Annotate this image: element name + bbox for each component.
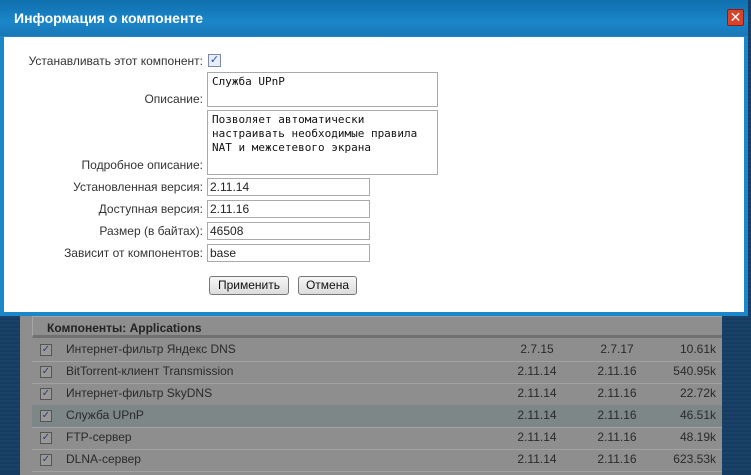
depends-field[interactable]: base: [207, 244, 370, 262]
component-size: 46.51k: [679, 408, 716, 422]
component-name: FTP-сервер: [66, 430, 132, 444]
component-size: 623.53k: [673, 452, 716, 466]
row-checkbox[interactable]: ✓: [40, 344, 52, 356]
description-textarea[interactable]: Служба UPnP: [207, 72, 438, 107]
component-info-dialog: Информация о компоненте ✕ Устанавливать …: [0, 0, 748, 316]
apply-button[interactable]: Применить: [209, 276, 289, 295]
installed-version-label: Установленная версия:: [73, 180, 203, 194]
component-size: 48.19k: [679, 430, 716, 444]
component-name: Служба UPnP: [66, 408, 144, 422]
components-header: Компоненты: Applications: [32, 316, 722, 338]
detailed-description-label: Подробное описание:: [81, 158, 203, 172]
row-checkbox[interactable]: ✓: [40, 366, 52, 378]
installed-version: 2.7.15: [520, 342, 554, 356]
component-name: Интернет-фильтр Яндекс DNS: [66, 342, 236, 356]
available-version: 2.11.16: [597, 386, 637, 400]
available-version: 2.11.16: [597, 430, 637, 444]
component-size: 22.72k: [679, 386, 716, 400]
row-checkbox[interactable]: ✓: [40, 410, 52, 422]
component-name: Интернет-фильтр SkyDNS: [66, 386, 213, 400]
installed-version-field[interactable]: 2.11.14: [207, 178, 370, 196]
available-version-label: Доступная версия:: [98, 202, 203, 216]
description-label: Описание:: [144, 92, 203, 106]
component-size: 540.95k: [673, 364, 716, 378]
size-field[interactable]: 46508: [207, 222, 370, 240]
install-checkbox[interactable]: ✓: [208, 54, 221, 67]
available-version: 2.11.16: [597, 408, 637, 422]
row-checkbox[interactable]: ✓: [40, 388, 52, 400]
table-row[interactable]: ✓ FTP-сервер 2.11.14 2.11.16 48.19k: [32, 427, 722, 450]
installed-version: 2.11.14: [517, 408, 557, 422]
table-row[interactable]: ✓ Интернет-фильтр Яндекс DNS 2.7.15 2.7.17 1…: [32, 339, 722, 362]
component-name: DLNA-сервер: [66, 452, 141, 466]
installed-version: 2.11.14: [517, 386, 557, 400]
available-version: 2.11.16: [597, 364, 637, 378]
table-row[interactable]: ✓ DLNA-сервер 2.11.14 2.11.16 623.53k: [32, 449, 722, 472]
size-label: Размер (в байтах):: [99, 224, 203, 238]
table-row[interactable]: ✓ Интернет-фильтр SkyDNS 2.11.14 2.11.16 22.…: [32, 383, 722, 406]
installed-version: 2.11.14: [517, 430, 557, 444]
component-size: 10.61k: [679, 342, 716, 356]
detailed-description-textarea[interactable]: Позволяет автоматически настраивать необ…: [207, 110, 438, 175]
row-checkbox[interactable]: ✓: [40, 454, 52, 466]
dialog-title: Информация о компоненте: [14, 10, 204, 26]
component-name: BitTorrent-клиент Transmission: [66, 364, 234, 378]
available-version-field[interactable]: 2.11.16: [207, 200, 370, 218]
table-row[interactable]: ✓ BitTorrent-клиент Transmission 2.11.14 2.…: [32, 361, 722, 384]
close-icon[interactable]: ✕: [727, 9, 744, 26]
row-checkbox[interactable]: ✓: [40, 432, 52, 444]
depends-label: Зависит от компонентов:: [64, 246, 203, 260]
installed-version: 2.11.14: [517, 364, 557, 378]
available-version: 2.11.16: [597, 452, 637, 466]
table-row[interactable]: ✓ Служба UPnP 2.11.14 2.11.16 46.51k: [32, 405, 722, 428]
installed-version: 2.11.14: [517, 452, 557, 466]
cancel-button[interactable]: Отмена: [298, 276, 357, 295]
available-version: 2.7.17: [600, 342, 634, 356]
install-label: Устанавливать этот компонент:: [28, 54, 203, 68]
